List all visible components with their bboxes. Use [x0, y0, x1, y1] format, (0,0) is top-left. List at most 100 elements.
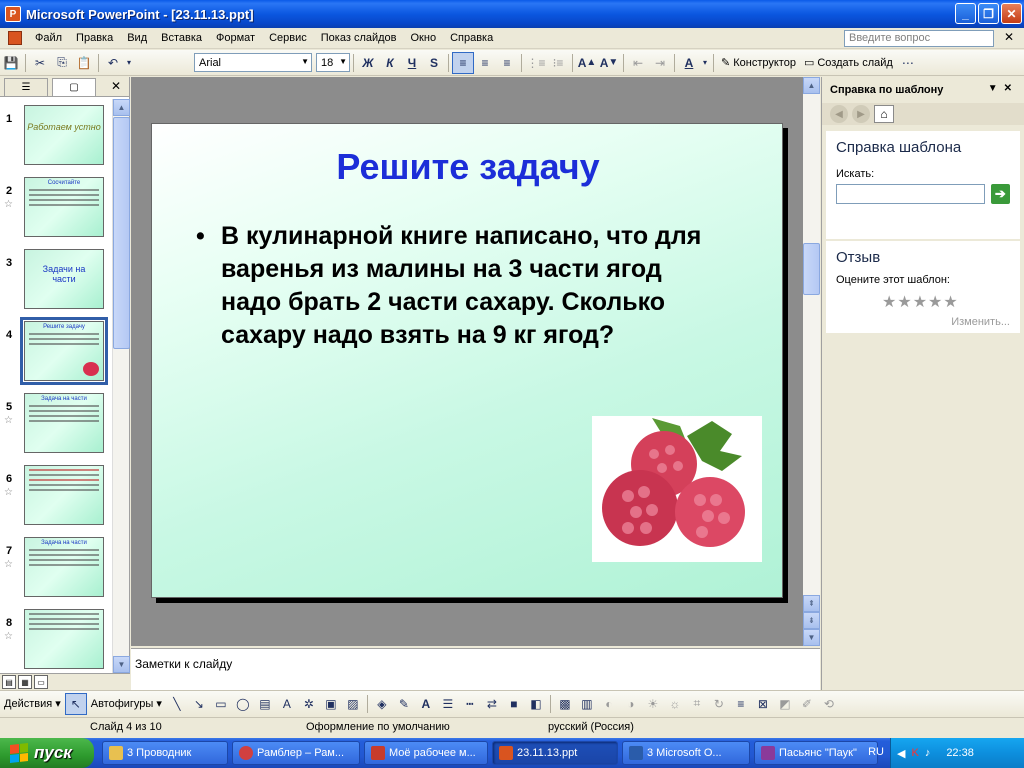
minimize-button[interactable]: _	[955, 3, 976, 24]
menu-format[interactable]: Формат	[209, 30, 262, 46]
clipart-icon[interactable]: ▣	[320, 693, 342, 715]
thumb-row-7[interactable]: 7 ☆ Задача на части	[0, 537, 112, 601]
slide-thumbnail-selected[interactable]: Решите задачу	[20, 317, 108, 385]
italic-button[interactable]: К	[379, 52, 401, 74]
slide-title[interactable]: Решите задачу	[152, 146, 784, 188]
arrow-style-icon[interactable]: ⇄	[481, 693, 503, 715]
line-weight-icon[interactable]: ≡	[730, 693, 752, 715]
thumb-row-5[interactable]: 5 ☆ Задача на части	[0, 393, 112, 457]
close-icon[interactable]: ✕	[111, 79, 121, 93]
menu-slideshow[interactable]: Показ слайдов	[314, 30, 404, 46]
less-brightness-icon[interactable]: ☼	[664, 693, 686, 715]
compress-icon[interactable]: ⊠	[752, 693, 774, 715]
thumb-row-4[interactable]: 4 Решите задачу	[0, 317, 112, 385]
diagram-icon[interactable]: ✲	[298, 693, 320, 715]
task-spider-solitaire[interactable]: Пасьянс "Паук"	[754, 741, 878, 765]
bold-button[interactable]: Ж	[357, 52, 379, 74]
thumb-row-8[interactable]: 8 ☆	[0, 609, 112, 673]
slide-thumbnail[interactable]: Задача на части	[24, 537, 104, 597]
line-color-icon[interactable]: ✎	[393, 693, 415, 715]
document-icon[interactable]	[8, 31, 22, 45]
language-indicator[interactable]: RU	[868, 746, 884, 758]
slide-scrollbar[interactable]: ▲ ⇞ ⇟ ▼	[803, 77, 820, 646]
reset-picture-icon[interactable]: ⟲	[818, 693, 840, 715]
font-size-combo[interactable]: 18 ▼	[316, 53, 350, 72]
textbox-icon[interactable]: ▤	[254, 693, 276, 715]
slide-thumbnail[interactable]	[24, 465, 104, 525]
shadow-style-icon[interactable]: ■	[503, 693, 525, 715]
crop-icon[interactable]: ⌗	[686, 693, 708, 715]
align-right-icon[interactable]: ≡	[496, 52, 518, 74]
tab-slides[interactable]: ▢	[52, 78, 96, 96]
task-powerpoint[interactable]: 23.11.13.ppt	[492, 741, 618, 765]
home-icon[interactable]: ⌂	[874, 105, 894, 123]
task-explorer[interactable]: 3 Проводник	[102, 741, 228, 765]
task-rambler[interactable]: Рамблер – Рам...	[232, 741, 360, 765]
notes-pane[interactable]: Заметки к слайду	[131, 648, 820, 690]
rotate-icon[interactable]: ↻	[708, 693, 730, 715]
increase-font-icon[interactable]: A ▲	[576, 52, 598, 74]
task-my-computer[interactable]: Моё рабочее м...	[364, 741, 488, 765]
close-button[interactable]: ✕	[1001, 3, 1022, 24]
transparent-color-icon[interactable]: ✐	[796, 693, 818, 715]
line-icon[interactable]: ╲	[166, 693, 188, 715]
menu-help[interactable]: Справка	[443, 30, 500, 46]
back-arrow-icon[interactable]: ◀	[897, 747, 905, 760]
clock[interactable]: 22:38	[946, 747, 974, 759]
bullets-icon[interactable]: ⁝≡	[547, 52, 569, 74]
font-color-dropdown-icon[interactable]: ▾	[700, 52, 710, 74]
scroll-up-icon[interactable]: ▲	[803, 77, 820, 94]
menu-insert[interactable]: Вставка	[154, 30, 209, 46]
thumb-row-2[interactable]: 2 ☆ Сосчитайте	[0, 177, 112, 241]
task-pane-controls[interactable]: ▼✕	[988, 83, 1018, 94]
arrow-icon[interactable]: ↘	[188, 693, 210, 715]
save-icon[interactable]: 💾	[0, 52, 22, 74]
copy-icon[interactable]: ⎘	[51, 52, 73, 74]
task-microsoft-office[interactable]: 3 Microsoft O...	[622, 741, 750, 765]
search-input[interactable]	[836, 184, 985, 204]
scroll-down-icon[interactable]: ▼	[113, 656, 130, 673]
rating-stars[interactable]: ★★★★★	[882, 292, 1010, 312]
shadow-button[interactable]: S	[423, 52, 445, 74]
forward-icon[interactable]: ▶	[852, 105, 870, 123]
volume-icon[interactable]: ♪	[925, 747, 931, 759]
fill-color-icon[interactable]: ◈	[371, 693, 393, 715]
wordart-icon[interactable]: A	[276, 693, 298, 715]
raspberry-image[interactable]	[592, 416, 762, 562]
antivirus-icon[interactable]: K	[911, 747, 918, 759]
menu-view[interactable]: Вид	[120, 30, 154, 46]
autoshapes-menu[interactable]: Автофигуры ▾	[91, 697, 162, 711]
powerpoint-app-icon[interactable]: P	[5, 6, 21, 22]
select-pointer-icon[interactable]: ↖	[64, 692, 87, 715]
menu-edit[interactable]: Правка	[69, 30, 120, 46]
underline-button[interactable]: Ч	[401, 52, 423, 74]
menu-tools[interactable]: Сервис	[262, 30, 314, 46]
undo-icon[interactable]: ↶	[102, 52, 124, 74]
search-go-icon[interactable]: ➔	[990, 184, 1010, 204]
color-icon[interactable]: ▥	[576, 693, 598, 715]
next-slide-icon[interactable]: ⇟	[803, 612, 820, 629]
paste-icon[interactable]: 📋	[73, 52, 95, 74]
picture-icon[interactable]: ▨	[342, 693, 364, 715]
slideshow-icon[interactable]: ▭	[34, 675, 48, 689]
scroll-thumb[interactable]	[803, 243, 820, 295]
rectangle-icon[interactable]: ▭	[210, 693, 232, 715]
tab-outline[interactable]: ☰	[4, 78, 48, 96]
decrease-indent-icon[interactable]: ⇤	[627, 52, 649, 74]
slide-body[interactable]: • В кулинарной книге написано, что для в…	[196, 220, 716, 352]
numbering-icon[interactable]: ⋮≡	[525, 52, 547, 74]
scroll-thumb[interactable]	[113, 117, 130, 349]
slide-thumbnail[interactable]: Работаем устно	[24, 105, 104, 165]
menu-window[interactable]: Окно	[404, 30, 444, 46]
dash-style-icon[interactable]: ┅	[459, 693, 481, 715]
slides-scrollbar[interactable]: ▲ ▼	[112, 99, 130, 673]
oval-icon[interactable]: ◯	[232, 693, 254, 715]
less-contrast-icon[interactable]: ◑	[620, 693, 642, 715]
slide-thumbnail[interactable]: Задачи на части	[24, 249, 104, 309]
restore-button[interactable]: ❐	[978, 3, 999, 24]
back-icon[interactable]: ◀	[830, 105, 848, 123]
slide-sorter-icon[interactable]: ▦	[18, 675, 32, 689]
document-close-icon[interactable]: ✕	[1004, 30, 1014, 44]
align-center-icon[interactable]: ≡	[474, 52, 496, 74]
scroll-down-icon[interactable]: ▼	[803, 629, 820, 646]
